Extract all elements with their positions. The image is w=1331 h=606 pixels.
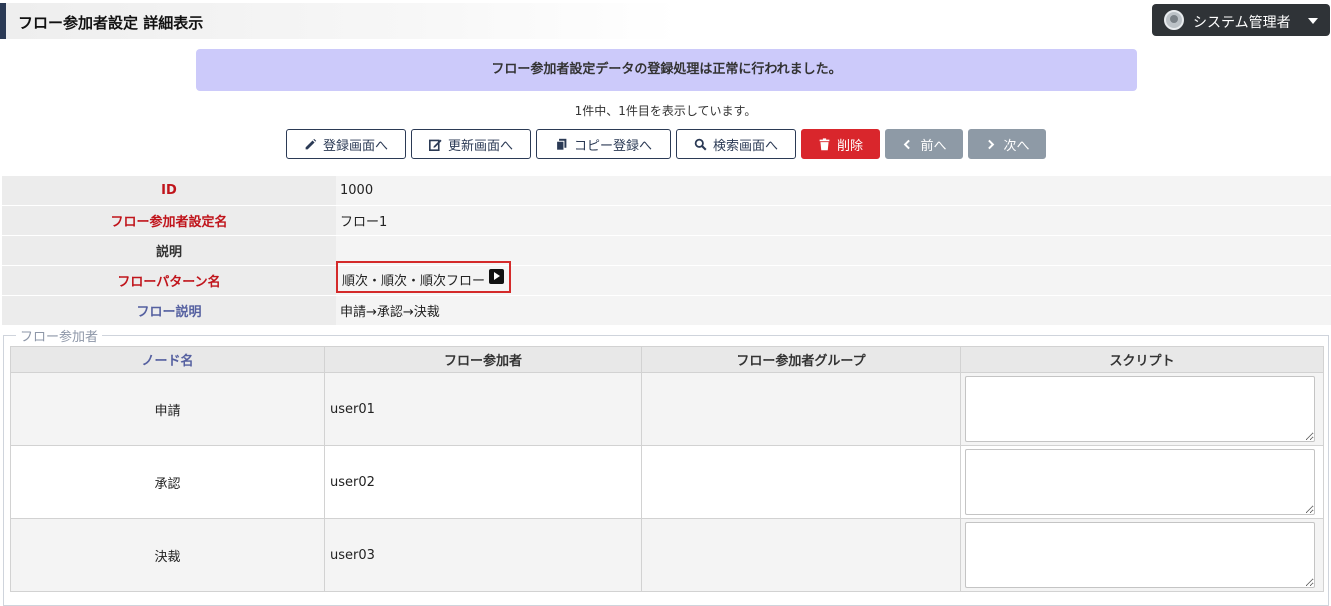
next-label: 次へ: [1003, 138, 1030, 154]
flow-pattern-highlight: 順次・順次・順次フロー: [336, 261, 511, 293]
node-name-cell: 決裁: [10, 518, 325, 592]
search-screen-label: 検索画面へ: [712, 138, 778, 154]
script-textarea[interactable]: [965, 522, 1315, 588]
page-title-bar: フロー参加者設定 詳細表示: [0, 3, 680, 39]
participant-group-cell: [641, 445, 961, 519]
trash-icon: [819, 137, 830, 150]
participant-cell: user01: [324, 372, 642, 446]
id-label: ID: [2, 176, 336, 206]
participants-header-row: ノード名 フロー参加者 フロー参加者グループ スクリプト: [10, 346, 1324, 373]
participant-cell: user02: [324, 445, 642, 519]
description-label: 説明: [2, 235, 336, 266]
register-screen-label: 登録画面へ: [322, 138, 388, 154]
detail-row-pattern: フローパターン名: [2, 265, 1331, 296]
page-title: フロー参加者設定 詳細表示: [18, 14, 204, 32]
user-name: システム管理者: [1193, 15, 1291, 31]
update-screen-label: 更新画面へ: [447, 138, 513, 154]
header: フロー参加者設定 詳細表示 システム管理者: [0, 0, 1331, 40]
user-menu-button[interactable]: システム管理者: [1152, 4, 1330, 36]
edit-icon: [428, 139, 442, 151]
user-avatar-icon: [1164, 10, 1184, 30]
copy-icon: [556, 138, 567, 151]
script-textarea[interactable]: [965, 376, 1315, 442]
id-value: 1000: [336, 176, 1331, 206]
script-cell: [960, 445, 1324, 519]
script-textarea[interactable]: [965, 449, 1315, 515]
success-message: フロー参加者設定データの登録処理は正常に行われました。: [196, 49, 1137, 91]
prev-label: 前へ: [920, 138, 947, 154]
script-cell: [960, 518, 1324, 592]
search-icon: [694, 138, 707, 151]
table-row: 承認 user02: [10, 445, 1324, 519]
update-screen-button[interactable]: 更新画面へ: [411, 129, 531, 159]
flow-description-label: フロー説明: [2, 295, 336, 326]
search-screen-button[interactable]: 検索画面へ: [676, 129, 796, 159]
node-name-cell: 承認: [10, 445, 325, 519]
next-button[interactable]: 次へ: [968, 129, 1046, 159]
caret-down-icon: [1308, 18, 1318, 24]
node-name-header: ノード名: [10, 346, 325, 373]
copy-register-label: コピー登録へ: [573, 138, 652, 154]
detail-row-flow-description: フロー説明 申請→承認→決裁: [2, 295, 1331, 326]
detail-row-id: ID 1000: [2, 176, 1331, 206]
delete-label: 削除: [836, 138, 863, 154]
play-icon[interactable]: [489, 269, 504, 284]
participants-legend: フロー参加者: [20, 330, 99, 345]
register-screen-button[interactable]: 登録画面へ: [286, 129, 406, 159]
flow-description-value: 申請→承認→決裁: [336, 295, 1331, 326]
pencil-icon: [305, 138, 317, 149]
script-header: スクリプト: [960, 346, 1324, 373]
copy-register-button[interactable]: コピー登録へ: [536, 129, 671, 159]
detail-table: ID 1000 フロー参加者設定名 フロー1 説明 フローパターン名 フロー説明…: [2, 176, 1331, 326]
prev-button[interactable]: 前へ: [885, 129, 963, 159]
chevron-left-icon: [904, 139, 911, 149]
detail-row-description: 説明: [2, 235, 1331, 266]
flow-pattern-value: 順次・順次・順次フロー: [342, 274, 486, 289]
flow-pattern-label: フローパターン名: [2, 265, 336, 296]
setting-name-label: フロー参加者設定名: [2, 205, 336, 236]
table-row: 決裁 user03: [10, 518, 1324, 592]
setting-name-value: フロー1: [336, 205, 1331, 236]
delete-button[interactable]: 削除: [801, 129, 880, 159]
node-name-cell: 申請: [10, 372, 325, 446]
table-row: 申請 user01: [10, 372, 1324, 446]
participant-header: フロー参加者: [324, 346, 642, 373]
participant-group-header: フロー参加者グループ: [641, 346, 961, 373]
detail-row-name: フロー参加者設定名 フロー1: [2, 205, 1331, 236]
participant-group-cell: [641, 372, 961, 446]
record-count: 1件中、1件目を表示しています。: [574, 104, 757, 118]
participant-cell: user03: [324, 518, 642, 592]
chevron-right-icon: [988, 139, 995, 149]
script-cell: [960, 372, 1324, 446]
participants-table: ノード名 フロー参加者 フロー参加者グループ スクリプト 申請 user01 承…: [10, 346, 1324, 592]
participant-group-cell: [641, 518, 961, 592]
